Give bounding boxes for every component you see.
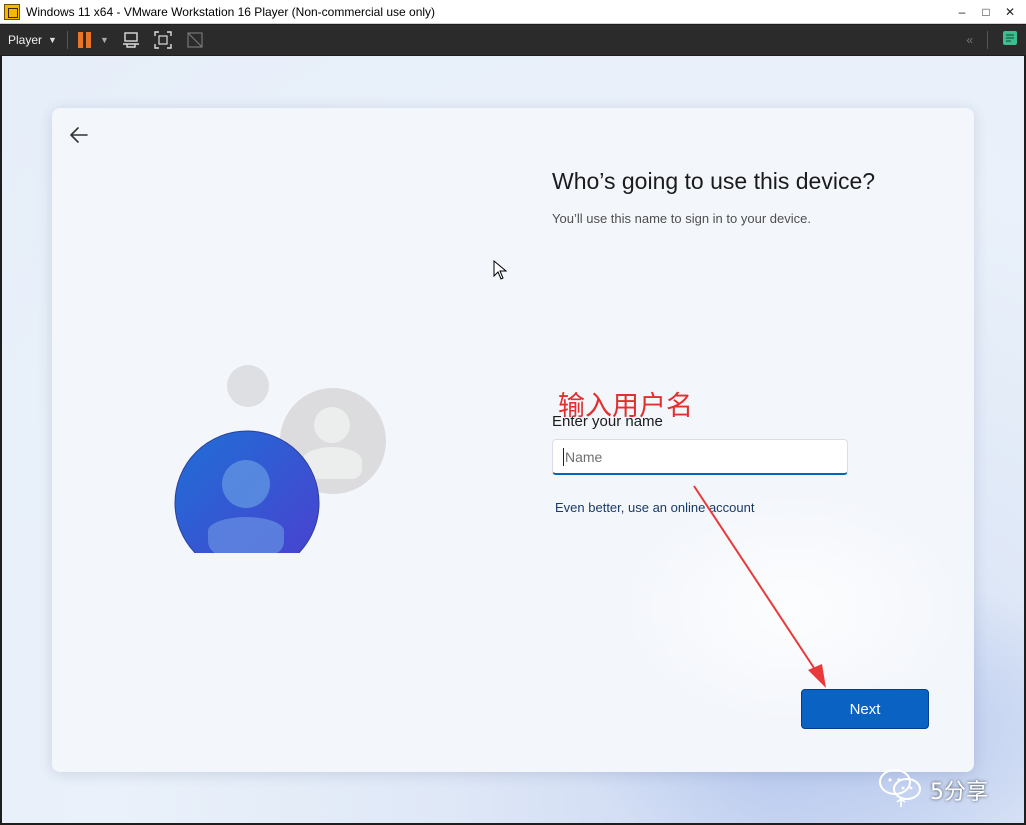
wechat-logo-icon	[878, 767, 924, 814]
chevron-down-icon: ▼	[48, 35, 57, 45]
window-controls: – □ ✕	[950, 0, 1022, 24]
close-button[interactable]: ✕	[998, 0, 1022, 24]
toolbar-divider	[987, 31, 988, 49]
page-title: Who’s going to use this device?	[552, 168, 876, 194]
maximize-button[interactable]: □	[974, 0, 998, 24]
watermark: 5分享	[878, 765, 1008, 815]
vmware-toolbar: Player ▼ ▼ «	[0, 25, 1026, 55]
collapse-icon[interactable]: «	[966, 33, 973, 47]
window-title: Windows 11 x64 - VMware Workstation 16 P…	[26, 4, 436, 19]
unity-icon[interactable]	[185, 30, 205, 50]
text-caret	[563, 447, 564, 466]
vmware-logo-icon	[4, 3, 20, 20]
account-illustration	[172, 333, 392, 576]
back-arrow-icon[interactable]	[68, 124, 90, 146]
minimize-button[interactable]: –	[950, 0, 974, 24]
name-field[interactable]	[552, 439, 848, 475]
send-ctrl-alt-del-icon[interactable]	[121, 30, 141, 50]
vm-display[interactable]: Who’s going to use this device? You’ll u…	[2, 56, 1024, 823]
notes-icon[interactable]	[1002, 30, 1018, 51]
page-subtitle: You’ll use this name to sign in to your …	[552, 211, 811, 226]
toolbar-divider	[66, 31, 68, 49]
fullscreen-icon[interactable]	[153, 30, 173, 50]
annotation-label: 输入用户名	[558, 391, 693, 422]
toolbar-right: «	[966, 30, 1018, 51]
player-menu-label: Player	[8, 33, 43, 47]
player-menu[interactable]: Player ▼	[8, 33, 57, 47]
mouse-cursor-icon	[493, 259, 508, 280]
chevron-down-icon[interactable]: ▼	[100, 35, 109, 45]
oobe-card: Who’s going to use this device? You’ll u…	[52, 108, 974, 772]
window-titlebar: Windows 11 x64 - VMware Workstation 16 P…	[0, 0, 1026, 24]
next-button[interactable]: Next	[801, 689, 929, 729]
online-account-link[interactable]: Even better, use an online account	[555, 500, 754, 515]
pause-icon[interactable]	[77, 32, 92, 48]
watermark-text: 5分享	[930, 780, 988, 805]
name-input[interactable]	[565, 448, 609, 465]
